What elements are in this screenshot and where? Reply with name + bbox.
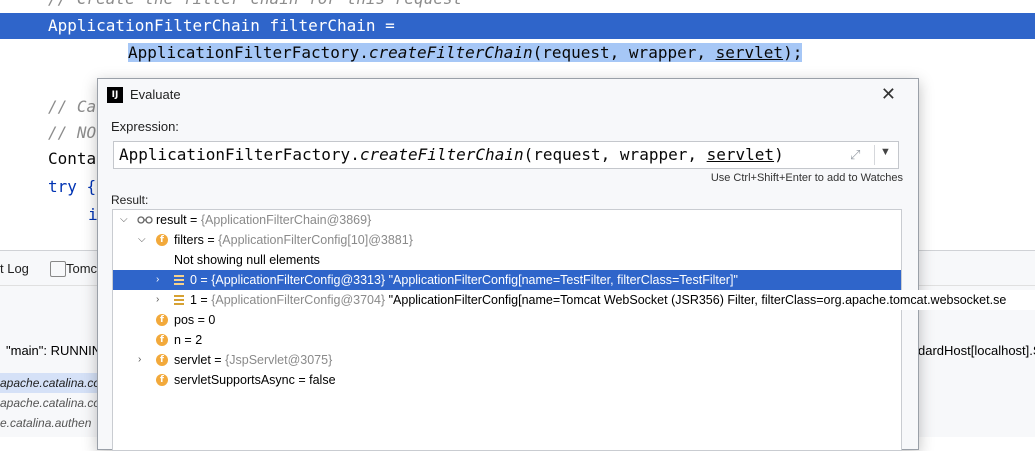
var-value: {ApplicationFilterChain@3869} <box>200 213 372 227</box>
code-text: ) <box>774 145 784 164</box>
field-icon: f <box>156 234 168 246</box>
array-element-icon <box>174 295 184 305</box>
frame-label: e.catalina.authen <box>0 416 92 430</box>
var-value: {ApplicationFilterConfig@3704} <box>211 293 386 307</box>
thread-selector[interactable]: "main": RUNNIN <box>0 343 101 358</box>
expression-label: Expression: <box>111 119 179 134</box>
evaluate-dialog: IJ Evaluate ✕ Expression: ApplicationFil… <box>97 78 1035 451</box>
tomcat-icon <box>50 261 66 277</box>
code-text: (request, wrapper, <box>532 43 716 62</box>
code-keyword: i <box>88 205 98 224</box>
history-dropdown-icon[interactable]: ▼ <box>880 146 891 158</box>
var-name: result = <box>156 213 201 227</box>
var-name: servletSupportsAsync = false <box>174 373 336 387</box>
watch-glasses-icon <box>137 216 153 224</box>
var-value: {ApplicationFilterConfig[10]@3881} <box>218 233 413 247</box>
code-line-comment: // Create the filter chain for this requ… <box>0 0 1035 12</box>
var-name: filters = <box>174 233 219 247</box>
tree-row-pos[interactable]: f pos = 0 <box>113 310 901 330</box>
selected-expression: ApplicationFilterFactory.createFilterCha… <box>128 43 803 62</box>
tree-row-servlet[interactable]: › f servlet = {JspServlet@3075} <box>113 350 901 370</box>
field-icon: f <box>156 374 168 386</box>
chevron-down-icon[interactable]: ⌵ <box>120 210 128 230</box>
tree-row-async[interactable]: f servletSupportsAsync = false <box>113 370 901 390</box>
dialog-title: Evaluate <box>130 87 181 102</box>
frame-label: apache.catalina.core <box>0 396 111 410</box>
info-text: Not showing null elements <box>174 253 320 267</box>
code-line-current: ApplicationFilterChain filterChain = <box>0 13 1035 39</box>
code-text: ApplicationFilterChain filterChain = <box>48 16 395 35</box>
code-variable: servlet <box>715 43 784 62</box>
frame-detail-text: dardHost[localhost].St <box>918 343 1035 358</box>
tree-row-result[interactable]: ⌵ result = {ApplicationFilterChain@3869} <box>113 210 901 230</box>
var-string: "ApplicationFilterConfig[name=TestFilter… <box>385 273 738 287</box>
frame-label: apache.catalina.co <box>0 376 101 390</box>
code-text: ApplicationFilterFactory. <box>128 43 369 62</box>
expression-text: ApplicationFilterFactory.createFilterCha… <box>119 145 784 164</box>
code-variable: servlet <box>706 145 775 164</box>
code-text: ); <box>783 43 803 62</box>
code-keyword: try { <box>48 177 97 196</box>
code-comment: // NO <box>48 123 97 142</box>
divider <box>874 145 875 165</box>
code-text: Conta <box>48 149 97 168</box>
var-name: servlet = <box>174 353 226 367</box>
field-icon: f <box>156 334 168 346</box>
chevron-right-icon[interactable]: › <box>156 270 159 290</box>
chevron-down-icon[interactable]: ⌵ <box>138 230 146 250</box>
tab-server-log[interactable]: t Log <box>0 261 29 276</box>
stack-frame[interactable]: e.catalina.authen <box>0 413 91 433</box>
code-method: createFilterChain <box>359 145 524 164</box>
var-string: "ApplicationFilterConfig[name=Tomcat Web… <box>385 293 1007 307</box>
stack-frame[interactable]: apache.catalina.core <box>0 393 111 413</box>
code-method: createFilterChain <box>368 43 533 62</box>
thread-label: "main": RUNNIN <box>6 343 102 358</box>
var-name: 1 = <box>190 293 212 307</box>
tree-row-info: Not showing null elements <box>113 250 901 270</box>
expression-input[interactable]: ApplicationFilterFactory.createFilterCha… <box>113 141 899 169</box>
var-value: {JspServlet@3075} <box>225 353 333 367</box>
code-line-selected: ApplicationFilterFactory.createFilterCha… <box>0 40 1035 66</box>
close-icon[interactable]: ✕ <box>881 85 896 103</box>
result-label: Result: <box>111 193 149 207</box>
tree-row-item-0[interactable]: › 0 = {ApplicationFilterConfig@3313} "Ap… <box>113 270 901 290</box>
stack-frame[interactable]: apache.catalina.co <box>0 373 100 393</box>
var-name: n = 2 <box>174 333 203 347</box>
tree-row-n[interactable]: f n = 2 <box>113 330 901 350</box>
var-name: 0 = <box>190 273 212 287</box>
code-text: (request, wrapper, <box>523 145 707 164</box>
field-icon: f <box>156 314 168 326</box>
chevron-right-icon[interactable]: › <box>156 290 159 310</box>
tree-row-item-1[interactable]: › 1 = {ApplicationFilterConfig@3704} "Ap… <box>113 290 1035 310</box>
result-tree[interactable]: ⌵ result = {ApplicationFilterChain@3869}… <box>112 209 1035 451</box>
code-comment: // Ca <box>48 97 97 116</box>
code-comment: // Create the filter chain for this requ… <box>0 0 462 8</box>
tree-row-filters[interactable]: ⌵ f filters = {ApplicationFilterConfig[1… <box>113 230 901 250</box>
intellij-logo-icon: IJ <box>107 87 123 103</box>
array-element-icon <box>174 275 184 285</box>
var-value: {ApplicationFilterConfig@3313} <box>211 273 386 287</box>
code-text: ApplicationFilterFactory. <box>119 145 360 164</box>
var-name: pos = 0 <box>174 313 216 327</box>
field-icon: f <box>156 354 168 366</box>
dialog-title-bar[interactable]: IJ Evaluate ✕ <box>98 79 918 111</box>
expand-editor-icon[interactable]: ⤢ <box>850 147 860 163</box>
watches-hint: Use Ctrl+Shift+Enter to add to Watches <box>710 172 903 184</box>
chevron-right-icon[interactable]: › <box>138 350 141 370</box>
